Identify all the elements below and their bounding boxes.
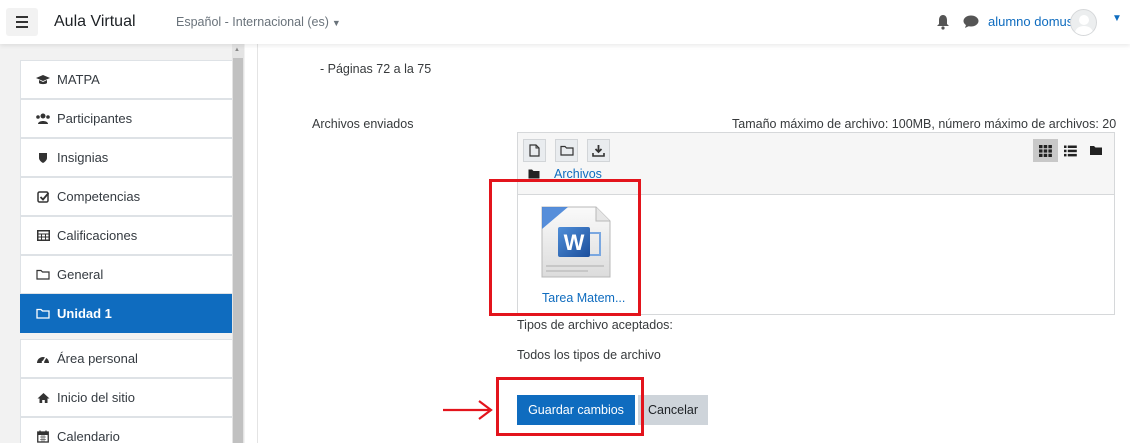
download-icon <box>592 145 605 157</box>
arrow-right-icon <box>443 400 493 420</box>
shield-icon <box>35 151 51 165</box>
view-switcher <box>1033 139 1108 162</box>
nav-item-area-personal[interactable]: Área personal <box>20 339 242 378</box>
user-name[interactable]: alumno domus <box>988 14 1073 29</box>
highlight-box-save <box>496 377 644 436</box>
graduation-cap-icon <box>35 73 51 87</box>
nav-item-label: Calendario <box>57 429 120 443</box>
bell-icon[interactable] <box>936 14 950 30</box>
list-icon <box>1064 145 1077 156</box>
nav-item-label: Área personal <box>57 351 138 366</box>
nav-item-calificaciones[interactable]: Calificaciones <box>20 216 242 255</box>
folder-icon <box>1089 146 1102 155</box>
calendar-icon <box>35 430 51 443</box>
home-icon <box>35 391 51 405</box>
nav-item-competencias[interactable]: Competencias <box>20 177 242 216</box>
folder-icon <box>559 145 574 156</box>
nav-item-label: Competencias <box>57 189 141 204</box>
add-file-button[interactable] <box>523 139 546 162</box>
users-icon <box>35 112 51 126</box>
nav-item-label: Calificaciones <box>57 228 138 243</box>
language-menu[interactable]: Español - Internacional (es) ▼ <box>176 15 341 29</box>
checkbox-icon <box>35 190 51 204</box>
dashboard-icon <box>35 352 51 366</box>
files-label: Archivos enviados <box>312 117 414 131</box>
nav-item-label: Unidad 1 <box>57 306 112 321</box>
pages-text: - Páginas 72 a la 75 <box>320 62 432 76</box>
tree-view-button[interactable] <box>1083 139 1108 162</box>
nav-item-calendario[interactable]: Calendario <box>20 417 242 443</box>
cancel-button[interactable]: Cancelar <box>638 395 708 425</box>
nav-item-label: Participantes <box>57 111 133 126</box>
nav-item-participantes[interactable]: Participantes <box>20 99 242 138</box>
nav-item-label: Insignias <box>57 150 109 165</box>
grid-icon <box>1039 144 1052 157</box>
create-folder-button[interactable] <box>555 139 578 162</box>
accepted-types-value: Todos los tipos de archivo <box>517 348 661 362</box>
avatar[interactable] <box>1070 9 1097 36</box>
nav-item-unidad-1[interactable]: Unidad 1 <box>20 294 242 333</box>
icon-view-button[interactable] <box>1033 139 1058 162</box>
nav-item-label: Inicio del sitio <box>57 390 136 405</box>
table-icon <box>35 229 51 243</box>
caret-down-icon: ▼ <box>331 18 341 28</box>
nav-item-general[interactable]: General <box>20 255 242 294</box>
nav-item-inicio-del-sitio[interactable]: Inicio del sitio <box>20 378 242 417</box>
nav-item-insignias[interactable]: Insignias <box>20 138 242 177</box>
scroll-up-icon[interactable]: ▲ <box>234 47 240 53</box>
folder-icon <box>35 307 51 321</box>
drawer-scroll-thumb[interactable] <box>233 58 243 443</box>
folder-icon <box>528 169 540 179</box>
accepted-types-label: Tipos de archivo aceptados: <box>517 318 673 332</box>
chat-icon[interactable] <box>963 15 979 29</box>
download-all-button[interactable] <box>587 139 610 162</box>
nav-item-matpa[interactable]: MATPA <box>20 60 242 99</box>
nav-item-label: MATPA <box>57 72 100 87</box>
file-limits-text: Tamaño máximo de archivo: 100MB, número … <box>732 117 1117 131</box>
folder-icon <box>35 268 51 282</box>
language-label: Español - Internacional (es) <box>176 15 329 29</box>
site-name[interactable]: Aula Virtual <box>54 13 136 31</box>
menu-toggle-button[interactable] <box>6 8 38 36</box>
list-view-button[interactable] <box>1058 139 1083 162</box>
highlight-box-file <box>489 179 641 316</box>
nav-item-label: General <box>57 267 104 282</box>
top-navbar: Aula Virtual Español - Internacional (es… <box>0 0 1130 44</box>
caret-down-icon[interactable]: ▼ <box>1112 13 1122 24</box>
file-icon <box>529 144 540 157</box>
